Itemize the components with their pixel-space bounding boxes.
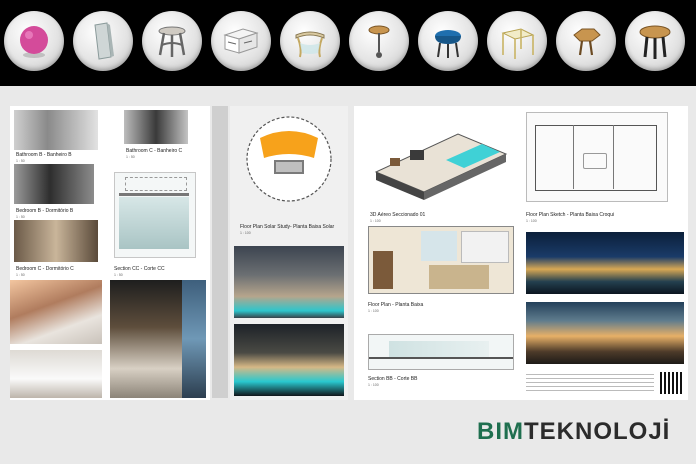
sheet-left: Bathroom B - Banheiro B 1 : 50 Bathroom … bbox=[10, 106, 210, 400]
exterior-render-1 bbox=[526, 232, 684, 294]
solar-study-title: Floor Plan Solar Study- Planta Baixa Sol… bbox=[240, 224, 335, 230]
hex-table-icon bbox=[573, 28, 601, 56]
section-bb-drawing bbox=[368, 334, 514, 370]
bedroom-c-scale: 1 : 50 bbox=[16, 273, 25, 277]
side-table-icon bbox=[158, 26, 186, 57]
section-bb-scale: 1 : 100 bbox=[368, 383, 379, 387]
aereo-scale: 1 : 100 bbox=[370, 219, 381, 223]
blue-table-button[interactable] bbox=[418, 11, 478, 71]
square-table-button[interactable] bbox=[487, 11, 547, 71]
solar-study-diagram bbox=[246, 116, 332, 202]
glass-panel-button[interactable] bbox=[73, 11, 133, 71]
round-wood-table-button[interactable] bbox=[625, 11, 685, 71]
glass-panel-icon bbox=[94, 22, 114, 60]
sketch-label: Floor Plan Sketch - Planta Baixa Croqui bbox=[526, 212, 615, 218]
round-stool-icon bbox=[368, 25, 390, 58]
side-table-button[interactable] bbox=[142, 11, 202, 71]
bathroom-b-render bbox=[14, 110, 98, 150]
bedroom-photo bbox=[10, 280, 102, 344]
bathroom-photo bbox=[10, 350, 102, 398]
brand-part-1: BIM bbox=[477, 418, 524, 445]
bathroom-c-render bbox=[124, 110, 188, 144]
sheet-right: 3D Aéreo Seccionado 01 1 : 100 Floor Pla… bbox=[354, 106, 688, 400]
qr-code bbox=[660, 372, 682, 394]
bedroom-b-render bbox=[14, 164, 94, 204]
round-stool-button[interactable] bbox=[349, 11, 409, 71]
console-table-button[interactable] bbox=[280, 11, 340, 71]
brand-part-2: TEKNOLOJİ bbox=[524, 418, 671, 445]
aerial-section-3d bbox=[374, 133, 508, 200]
aerial-render-night-1 bbox=[234, 246, 344, 318]
sheet-left-shadow bbox=[212, 106, 228, 398]
sphere-button[interactable] bbox=[4, 11, 64, 71]
bimteknoloji-logo: BIMTEKNOLOJİ bbox=[477, 418, 670, 446]
notes-text-block bbox=[526, 374, 654, 392]
shower-photo bbox=[110, 280, 182, 398]
round-wood-table-icon bbox=[639, 25, 671, 59]
console-table-icon bbox=[295, 31, 325, 58]
exterior-render-2 bbox=[526, 302, 684, 364]
bathroom-c-scale: 1 : 50 bbox=[126, 155, 135, 159]
section-cc-scale: 1 : 50 bbox=[114, 273, 123, 277]
blue-table-icon bbox=[435, 30, 461, 58]
aerial-render-night-2 bbox=[234, 324, 344, 396]
cabinet-icon bbox=[223, 28, 259, 54]
lake-photo bbox=[182, 280, 206, 398]
solar-study-scale: 1 : 100 bbox=[240, 231, 251, 235]
floor-plan-colored bbox=[368, 226, 514, 294]
section-cc-drawing bbox=[114, 172, 196, 258]
sketch-scale: 1 : 100 bbox=[526, 219, 537, 223]
sheet-middle: Floor Plan Solar Study- Planta Baixa Sol… bbox=[230, 106, 348, 400]
floor-plan-scale: 1 : 100 bbox=[368, 309, 379, 313]
floor-plan-sketch bbox=[526, 112, 668, 202]
hex-table-button[interactable] bbox=[556, 11, 616, 71]
square-table-icon bbox=[501, 28, 535, 59]
bedroom-c-render bbox=[14, 220, 98, 262]
sphere-icon bbox=[20, 26, 48, 58]
furniture-toolbar bbox=[0, 0, 696, 86]
cabinet-button[interactable] bbox=[211, 11, 271, 71]
